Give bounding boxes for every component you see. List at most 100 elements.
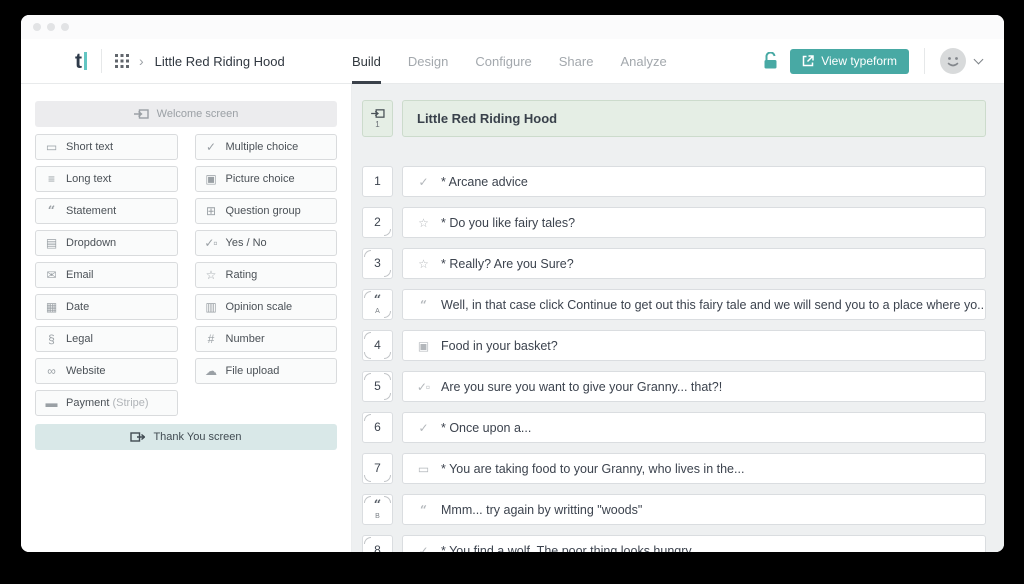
question-badge[interactable]: 5 — [362, 371, 393, 402]
question-bar[interactable]: “ Well, in that case click Continue to ge… — [402, 289, 986, 320]
field-legal-button[interactable]: §Legal — [35, 326, 178, 352]
logic-jump-icon — [364, 352, 371, 359]
view-typeform-label: View typeform — [821, 54, 897, 68]
tab-analyze[interactable]: Analyze — [620, 39, 666, 83]
legal-icon: § — [44, 332, 58, 346]
question-row: 3 ☆* Really? Are you Sure? — [362, 248, 986, 279]
user-avatar[interactable] — [940, 48, 966, 74]
question-bar[interactable]: ☆* Do you like fairy tales? — [402, 207, 986, 238]
question-bar[interactable]: ▣Food in your basket? — [402, 330, 986, 361]
date-icon: ▦ — [44, 300, 58, 314]
question-type-icon: ✓ — [415, 175, 431, 189]
field-picture-choice-button[interactable]: ▣Picture choice — [195, 166, 338, 192]
field-dropdown-button[interactable]: ▤ Dropdown — [35, 230, 178, 256]
workspaces-grid-icon[interactable] — [115, 54, 129, 68]
question-text: * Once upon a... — [441, 421, 531, 435]
field-label: Rating — [226, 269, 258, 281]
question-text: Are you sure you want to give your Grann… — [441, 380, 722, 394]
statement-icon: “ — [415, 298, 431, 312]
multiple-choice-icon: ✓ — [204, 140, 218, 154]
field-question-group-button[interactable]: ⊞Question group — [195, 198, 338, 224]
field-number-button[interactable]: #Number — [195, 326, 338, 352]
logo-cursor-icon — [84, 52, 87, 70]
header-left: t › Little Red Riding Hood — [21, 49, 352, 73]
header-right: View typeform — [763, 48, 1004, 74]
statement-quote-icon: “ — [374, 499, 381, 512]
account-chevron-down-icon[interactable] — [974, 55, 984, 65]
field-file-upload-button[interactable]: ☁File upload — [195, 358, 338, 384]
question-row: 8 ✓* You find a wolf. The poor thing loo… — [362, 535, 986, 552]
picture-choice-icon: ▣ — [204, 172, 218, 186]
question-bar[interactable]: ✓* You find a wolf. The poor thing looks… — [402, 535, 986, 552]
question-bar[interactable]: ✓▫Are you sure you want to give your Gra… — [402, 371, 986, 402]
add-welcome-screen-button[interactable]: Welcome screen — [35, 101, 337, 127]
window-titlebar — [21, 15, 1004, 39]
logic-jump-in-icon — [364, 373, 371, 380]
welcome-screen-badge[interactable]: 1 — [362, 100, 393, 137]
question-badge[interactable]: 1 — [362, 166, 393, 197]
question-bar[interactable]: ✓* Once upon a... — [402, 412, 986, 443]
question-badge[interactable]: 3 — [362, 248, 393, 279]
logic-jump-in-icon — [364, 332, 371, 339]
question-badge[interactable]: 2 — [362, 207, 393, 238]
opinion-scale-icon: ▥ — [204, 300, 218, 314]
question-bar[interactable]: “Mmm... try again by writting "woods" — [402, 494, 986, 525]
tab-configure[interactable]: Configure — [475, 39, 531, 83]
question-badge[interactable]: 6 — [362, 412, 393, 443]
question-row: 5 ✓▫Are you sure you want to give your G… — [362, 371, 986, 402]
statement-badge[interactable]: “A — [362, 289, 393, 320]
field-label: Dropdown — [66, 237, 116, 249]
question-badge[interactable]: 7 — [362, 453, 393, 484]
tab-share[interactable]: Share — [559, 39, 594, 83]
traffic-light-minimize-icon[interactable] — [47, 23, 55, 31]
logic-jump-out-icon — [384, 352, 391, 359]
field-statement-button[interactable]: “Statement — [35, 198, 178, 224]
tab-design[interactable]: Design — [408, 39, 448, 83]
file-upload-icon: ☁ — [204, 364, 218, 378]
field-yes-no-button[interactable]: ✓▫Yes / No — [195, 230, 338, 256]
typeform-logo[interactable]: t — [75, 51, 82, 72]
logic-jump-out-icon — [384, 270, 391, 277]
field-date-button[interactable]: ▦Date — [35, 294, 178, 320]
question-text: Mmm... try again by writting "woods" — [441, 503, 642, 517]
field-rating-button[interactable]: ☆Rating — [195, 262, 338, 288]
question-bar[interactable]: ✓* Arcane advice — [402, 166, 986, 197]
long-text-icon: ≡ — [44, 172, 58, 186]
question-bar[interactable]: ☆* Really? Are you Sure? — [402, 248, 986, 279]
question-letter: A — [375, 308, 380, 315]
statement-badge[interactable]: “B — [362, 494, 393, 525]
field-email-button[interactable]: ✉Email — [35, 262, 178, 288]
logic-jump-in-icon — [364, 291, 371, 298]
question-group-icon: ⊞ — [204, 204, 218, 218]
field-opinion-scale-button[interactable]: ▥Opinion scale — [195, 294, 338, 320]
view-typeform-button[interactable]: View typeform — [790, 49, 909, 74]
short-text-icon: ▭ — [44, 140, 58, 154]
question-number: 5 — [374, 380, 381, 392]
field-payment-button[interactable]: ▬Payment (Stripe) — [35, 390, 178, 416]
question-badge[interactable]: 4 — [362, 330, 393, 361]
question-badge[interactable]: 8 — [362, 535, 393, 552]
tab-build[interactable]: Build — [352, 39, 381, 83]
question-number: 6 — [374, 421, 381, 433]
welcome-badge-number: 1 — [375, 121, 379, 129]
add-thank-you-screen-button[interactable]: Thank You screen — [35, 424, 337, 450]
number-icon: # — [204, 332, 218, 346]
app-window: t › Little Red Riding Hood Build Design … — [21, 15, 1004, 552]
traffic-light-zoom-icon[interactable] — [61, 23, 69, 31]
question-bar[interactable]: ▭* You are taking food to your Granny, w… — [402, 453, 986, 484]
traffic-light-close-icon[interactable] — [33, 23, 41, 31]
form-title[interactable]: Little Red Riding Hood — [155, 54, 285, 69]
field-multiple-choice-button[interactable]: ✓Multiple choice — [195, 134, 338, 160]
question-row: 1 ✓* Arcane advice — [362, 166, 986, 197]
lock-icon[interactable] — [763, 52, 778, 70]
dropdown-icon: ▤ — [44, 236, 58, 250]
field-label: Statement — [66, 205, 116, 217]
field-short-text-button[interactable]: ▭Short text — [35, 134, 178, 160]
thank-you-screen-label: Thank You screen — [153, 431, 241, 443]
question-text: * You are taking food to your Granny, wh… — [441, 462, 744, 476]
welcome-screen-bar[interactable]: Little Red Riding Hood — [402, 100, 986, 137]
question-text: Food in your basket? — [441, 339, 558, 353]
field-long-text-button[interactable]: ≡Long text — [35, 166, 178, 192]
question-text: Well, in that case click Continue to get… — [441, 298, 985, 312]
field-website-button[interactable]: ∞Website — [35, 358, 178, 384]
